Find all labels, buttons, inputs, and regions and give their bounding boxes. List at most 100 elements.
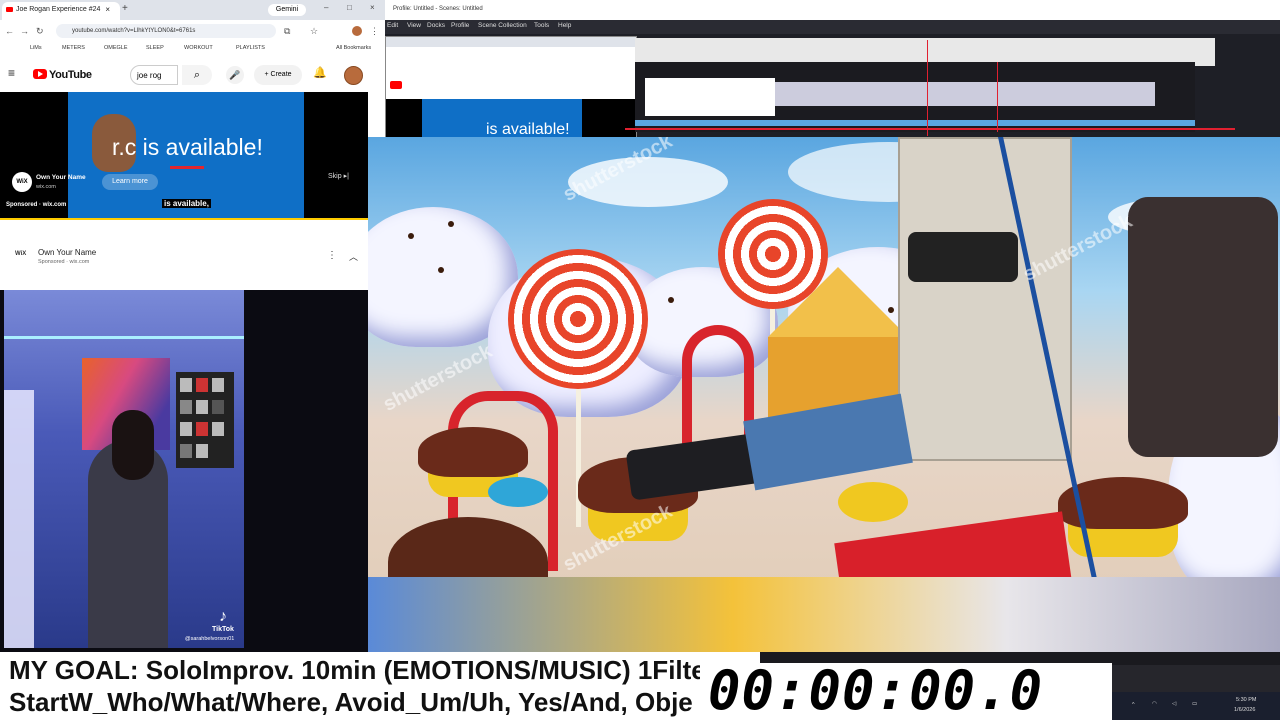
mic-icon[interactable]: 🎤 (226, 66, 244, 84)
bookmark-item[interactable]: SLEEP (146, 45, 164, 51)
menu-profile[interactable]: Profile (451, 22, 469, 29)
bookmark-item[interactable]: OMEGLE (104, 45, 128, 51)
sponsored-domain: wix.com (42, 202, 67, 208)
choc-chip (408, 233, 414, 239)
tab-youtube[interactable]: Joe Rogan Experience #24 × (2, 2, 120, 20)
room-door (898, 137, 1072, 461)
ad-headline-prefix: r.c (112, 134, 137, 160)
led-strip (4, 336, 244, 339)
maximize-icon[interactable]: □ (347, 3, 352, 12)
blue-candy (488, 477, 548, 507)
minimize-icon[interactable]: – (324, 3, 328, 12)
windows-taskbar-tray: ^ ◠ ◁ ▭ 5:30 PM 1/6/2026 (1112, 692, 1280, 720)
candy-land-video-scene: shutterstock shutterstock shutterstock s… (368, 137, 1280, 652)
skip-label: Skip (328, 173, 342, 180)
extensions-icon[interactable]: ⧉ (284, 26, 290, 37)
choc-chip (668, 297, 674, 303)
video-ad[interactable]: r.c is available! WiX Own Your Name wix.… (0, 92, 368, 220)
microphone (908, 232, 1018, 282)
preview-guide-line (927, 40, 928, 136)
tiktok-video: ♪ TikTok @sarahbelvorson01 (0, 290, 368, 652)
white-door (4, 390, 34, 648)
goal-line-2: StartW_Who/What/Where, Avoid_Um/Uh, Yes/… (9, 687, 693, 717)
video-caption: is available, (162, 199, 211, 208)
skip-button[interactable]: Skip ▸| (328, 172, 349, 180)
close-icon[interactable]: × (370, 3, 375, 12)
clock-time[interactable]: 5:30 PM (1236, 697, 1256, 703)
close-tab-icon[interactable]: × (105, 5, 110, 14)
bookmarks-bar: LiMs METERS OMEGLE SLEEP WORKOUT PLAYLIS… (0, 42, 385, 56)
url-input[interactable]: youtube.com/watch?v=LlhkYtYLON0&t=6761s (56, 24, 276, 38)
floor-area (368, 577, 1280, 652)
preview-guide-line (625, 128, 1235, 130)
obs-menu-bar: Edit View Docks Profile Scene Collection… (385, 20, 1280, 34)
menu-edit[interactable]: Edit (387, 22, 398, 29)
back-icon[interactable]: ← (5, 26, 14, 36)
bookmark-item[interactable]: METERS (62, 45, 85, 51)
bookmark-star-icon[interactable]: ☆ (310, 26, 318, 37)
person-hair (112, 410, 154, 480)
ad-headline: r.c is available! (112, 134, 263, 161)
lollipop-left (508, 249, 648, 389)
volume-icon[interactable]: ◁ (1172, 701, 1176, 707)
obs-window-preview: Profile: Untitled - Scenes: Untitled Edi… (385, 0, 1280, 137)
gemini-button[interactable]: Gemini (268, 4, 306, 16)
menu-help[interactable]: Help (558, 22, 571, 29)
wix-logo[interactable]: WiX (12, 172, 32, 192)
preview-guide-line (997, 62, 998, 132)
menu-scene-collection[interactable]: Scene Collection (478, 22, 527, 29)
profile-avatar[interactable] (352, 26, 362, 36)
kebab-icon[interactable]: ⋮ (327, 250, 337, 261)
menu-view[interactable]: View (407, 22, 421, 29)
avatar[interactable] (344, 66, 363, 85)
sponsor-title[interactable]: Own Your Name (38, 248, 96, 257)
choc-chip (438, 267, 444, 273)
gingerbread-roof (768, 267, 908, 337)
advertiser-name[interactable]: Own Your Name (36, 174, 86, 181)
battery-icon[interactable]: ▭ (1192, 701, 1197, 707)
tiktok-label: TikTok (212, 626, 234, 633)
tab-title: Joe Rogan Experience #24 (16, 6, 101, 13)
clock-date[interactable]: 1/6/2026 (1234, 707, 1255, 713)
tiktok-username: @sarahbelvorson01 (185, 636, 235, 642)
bookmark-item[interactable]: WORKOUT (184, 45, 213, 51)
obs-title: Profile: Untitled - Scenes: Untitled (393, 6, 483, 12)
obs-title-bar: Profile: Untitled - Scenes: Untitled (385, 0, 1280, 20)
search-icon[interactable]: ⌕ (182, 65, 212, 85)
nested-browser-preview: is available! (385, 36, 637, 137)
wifi-icon[interactable]: ◠ (1152, 701, 1157, 707)
address-bar-row: ← → ↻ youtube.com/watch?v=LlhkYtYLON0&t=… (0, 20, 385, 42)
bookmark-item[interactable]: All Bookmarks (336, 45, 371, 51)
hamburger-icon[interactable]: ≡ (8, 66, 15, 80)
bell-icon[interactable]: 🔔 (313, 66, 327, 79)
bookmark-item[interactable]: PLAYLISTS (236, 45, 265, 51)
menu-docks[interactable]: Docks (427, 22, 445, 29)
sponsored-label: Sponsored · wix.com (6, 202, 67, 208)
tab-bar: Joe Rogan Experience #24 × + Gemini – □ … (0, 0, 385, 20)
stopwatch-timer: 00:00:00.0 (700, 663, 1112, 720)
forward-icon[interactable]: → (20, 26, 29, 36)
poster-collage (176, 372, 234, 468)
youtube-wordmark[interactable]: YouTube (49, 69, 92, 81)
yellow-candy (838, 482, 908, 522)
menu-kebab-icon[interactable]: ⋮ (370, 26, 379, 37)
timer-readout: 00:00:00.0 (708, 663, 1044, 720)
ad-headline-text: is available! (142, 134, 263, 160)
browser-window: Joe Rogan Experience #24 × + Gemini – □ … (0, 0, 385, 290)
chevron-up-icon[interactable]: ︿ (349, 250, 358, 263)
menu-tools[interactable]: Tools (534, 22, 549, 29)
cupcake-top (418, 427, 528, 477)
wix-logo-small: WiX (15, 251, 27, 257)
nested-headline: is available! (486, 121, 570, 137)
search-input[interactable]: joe rog (130, 65, 178, 85)
learn-more-button[interactable]: Learn more (102, 174, 158, 190)
youtube-logo-icon[interactable] (33, 69, 47, 79)
new-tab-button[interactable]: + (122, 3, 128, 14)
obs-controls-fragment (1112, 665, 1280, 692)
tray-chevron-icon[interactable]: ^ (1132, 702, 1135, 708)
create-button[interactable]: + Create (254, 65, 302, 85)
bookmark-item[interactable]: LiMs (30, 45, 42, 51)
sponsor-row[interactable]: WiX Own Your Name Sponsored · wix.com ⋮ … (0, 220, 368, 290)
reload-icon[interactable]: ↻ (36, 26, 44, 37)
choc-chip (448, 221, 454, 227)
